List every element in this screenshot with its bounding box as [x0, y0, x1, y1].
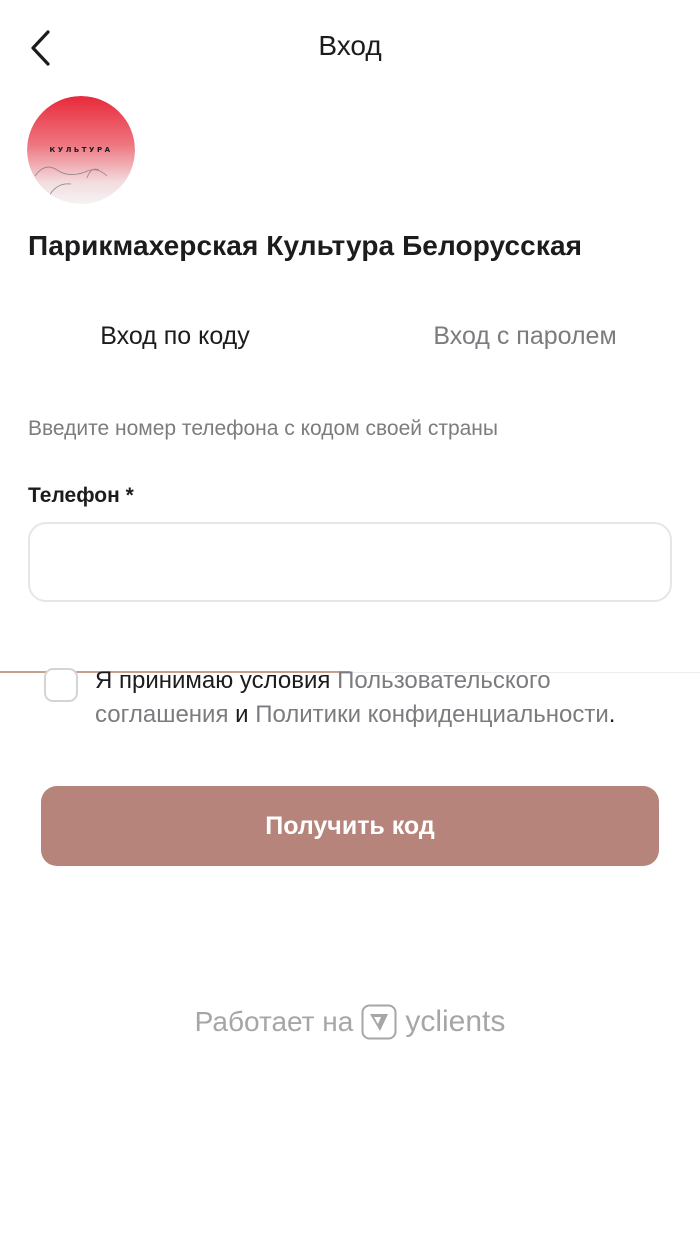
company-logo: КУЛЬТУРА — [27, 96, 135, 204]
phone-label: Телефон * — [28, 484, 134, 507]
phone-hint: Введите номер телефона с кодом своей стр… — [28, 417, 498, 440]
agreement-suffix: . — [608, 701, 616, 728]
yclients-logo-icon — [361, 1004, 397, 1040]
tab-code-login[interactable]: Вход по коду — [0, 300, 350, 372]
login-screen: Вход КУЛЬТУРА Парикмахерская Культура Бе… — [0, 0, 700, 1244]
powered-by-text: Работает на — [194, 1006, 354, 1037]
login-tabs: Вход по коду Вход с паролем — [0, 300, 700, 673]
page-title: Вход — [318, 30, 382, 61]
get-code-button[interactable]: Получить код — [41, 786, 659, 866]
yclients-brand[interactable]: yclients — [405, 1005, 505, 1039]
tab-password-login[interactable]: Вход с паролем — [350, 300, 700, 372]
privacy-link[interactable]: Политики конфиденциальности — [255, 701, 609, 728]
agreement-checkbox[interactable] — [44, 668, 78, 702]
agreement-conjunction: и — [228, 701, 256, 728]
powered-by: Работает на yclients — [0, 1004, 700, 1040]
company-name: Парикмахерская Культура Белорусская — [28, 230, 583, 261]
agreement-text: Я принимаю условия Пользовательского сог… — [95, 664, 655, 732]
header: Вход — [0, 0, 700, 96]
svg-text:КУЛЬТУРА: КУЛЬТУРА — [50, 146, 113, 154]
phone-input[interactable] — [28, 522, 672, 602]
agreement-prefix: Я принимаю условия — [95, 667, 338, 694]
